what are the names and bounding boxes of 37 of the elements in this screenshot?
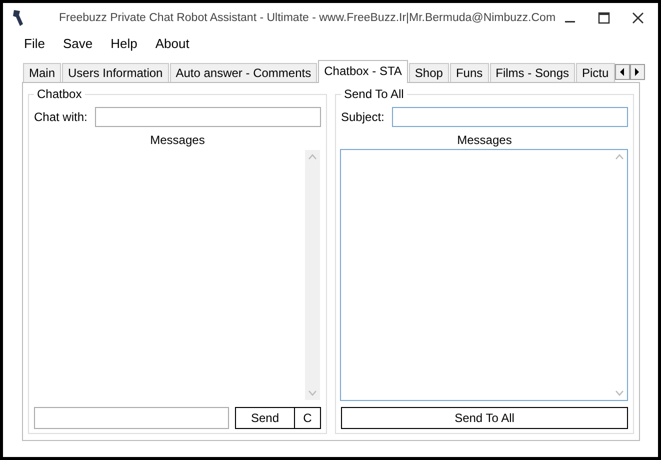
scrollbar[interactable] bbox=[305, 150, 320, 400]
left-triangle-icon bbox=[619, 68, 626, 76]
tab[interactable]: Pictu bbox=[576, 63, 615, 82]
maximize-icon[interactable] bbox=[598, 12, 610, 24]
tab[interactable]: Shop bbox=[408, 63, 449, 82]
menu-item[interactable]: Help bbox=[102, 36, 146, 58]
chat-with-field[interactable] bbox=[95, 107, 321, 127]
messages-label: Messages bbox=[149, 133, 206, 147]
scroll-up-icon[interactable] bbox=[308, 154, 317, 160]
scroll-left-button[interactable] bbox=[614, 64, 630, 80]
message-field[interactable] bbox=[34, 407, 229, 429]
right-triangle-icon bbox=[634, 68, 640, 76]
subject-field[interactable] bbox=[392, 107, 628, 127]
scroll-down-icon[interactable] bbox=[308, 390, 317, 396]
clear-button[interactable]: C bbox=[294, 407, 321, 429]
menu-item[interactable]: About bbox=[146, 36, 198, 58]
group-title: Chatbox bbox=[36, 87, 83, 101]
tab[interactable]: Main bbox=[23, 63, 62, 82]
tab[interactable]: Films - Songs bbox=[490, 63, 575, 82]
tab[interactable]: Auto answer - Comments bbox=[170, 63, 318, 82]
tab[interactable]: Funs bbox=[450, 63, 489, 82]
menu-item[interactable]: Save bbox=[54, 36, 102, 58]
send-button[interactable]: Send bbox=[235, 407, 295, 429]
tab[interactable]: Chatbox - STA bbox=[318, 60, 408, 83]
scroll-down-icon[interactable] bbox=[615, 390, 624, 396]
menu-item[interactable]: File bbox=[15, 36, 54, 58]
close-icon[interactable] bbox=[632, 12, 644, 24]
app-icon bbox=[11, 9, 25, 27]
window-title: Freebuzz Private Chat Robot Assistant - Ultimate - www.FreeBuzz.Ir|Mr.Bermuda@Nimbuzz.Com bbox=[59, 12, 557, 24]
messages-label: Messages bbox=[456, 133, 513, 147]
tab[interactable]: Users Information bbox=[62, 63, 169, 82]
chat-with-label: Chat with: bbox=[34, 110, 88, 124]
scroll-right-button[interactable] bbox=[630, 64, 645, 80]
subject-label: Subject: bbox=[341, 110, 384, 124]
send-to-all-button[interactable]: Send To All bbox=[341, 407, 628, 429]
group-title: Send To All bbox=[343, 87, 405, 101]
scroll-up-icon[interactable] bbox=[615, 154, 624, 160]
